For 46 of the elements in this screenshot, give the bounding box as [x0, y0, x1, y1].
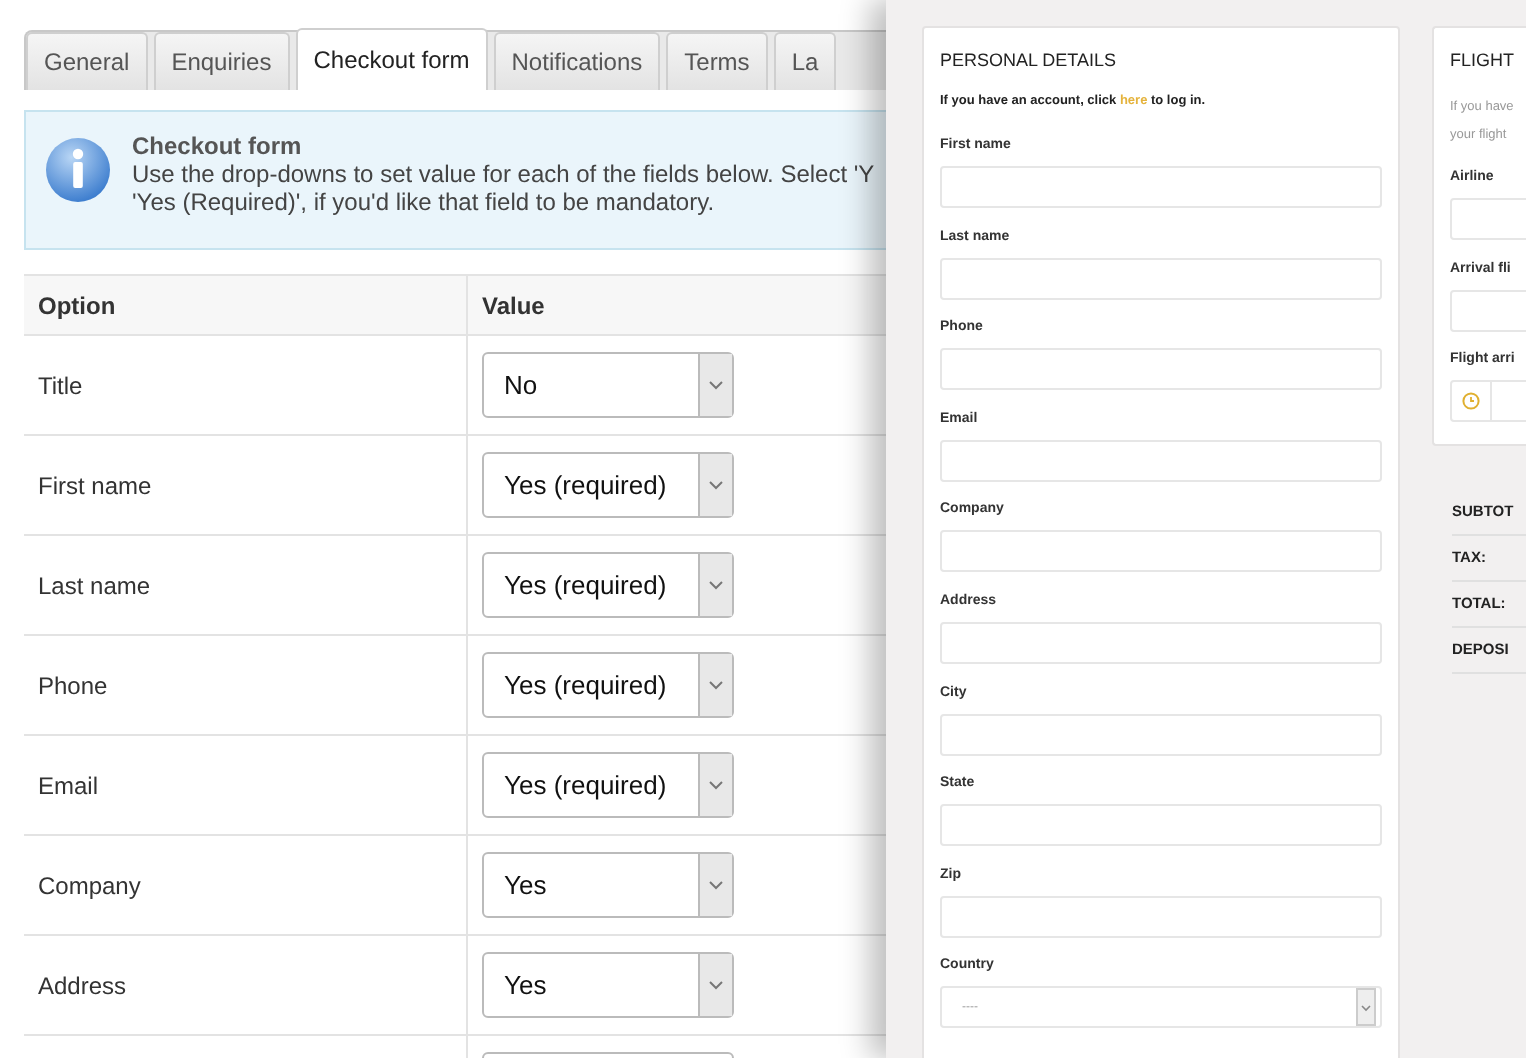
option-label: Email	[38, 772, 99, 800]
tab[interactable]: Terms	[666, 32, 768, 90]
option-label: First name	[38, 472, 152, 500]
tab[interactable]: General	[26, 32, 148, 90]
option-label: Company	[38, 872, 141, 900]
column-header: Option	[24, 276, 468, 334]
input-field[interactable]	[940, 530, 1382, 573]
info-text: Use the drop-downs to set value for each of the fields below. Select 'Y	[132, 160, 875, 188]
chevron-down-icon	[708, 780, 724, 790]
chevron-down-icon	[708, 880, 724, 890]
tab[interactable]: Checkout form	[295, 28, 488, 90]
chevron-down-icon	[708, 980, 724, 990]
info-text: 'Yes (Required)', if you'd like that field to be mandatory.	[132, 188, 717, 216]
option-label: Title	[38, 372, 83, 400]
tab[interactable]: Notifications	[493, 32, 661, 90]
clock-icon	[1462, 392, 1480, 411]
input-field[interactable]	[940, 439, 1382, 482]
dropdown[interactable]: Yes (required)	[482, 652, 734, 718]
tab[interactable]: Enquiries	[153, 32, 290, 90]
section-title: FLIGHT	[1450, 50, 1517, 70]
dropdown[interactable]: Yes (required)	[482, 552, 734, 618]
info-icon	[44, 136, 112, 204]
input-field[interactable]	[940, 257, 1382, 300]
info-title: Checkout form	[132, 132, 304, 160]
chevron-down-icon	[708, 380, 724, 390]
input-field[interactable]	[940, 621, 1382, 664]
chevron-down-icon	[708, 680, 724, 690]
chevron-down-icon	[1360, 1003, 1372, 1012]
input-field[interactable]	[940, 804, 1382, 847]
chevron-down-icon	[708, 580, 724, 590]
chevron-down-icon	[708, 480, 724, 490]
option-label: Phone	[38, 672, 108, 700]
tab[interactable]: La	[773, 32, 837, 90]
dropdown[interactable]: No	[482, 352, 734, 418]
dropdown[interactable]: Yes (required)	[482, 452, 734, 518]
dropdown[interactable]: Yes	[482, 952, 734, 1018]
input-field[interactable]	[940, 348, 1382, 391]
dropdown[interactable]: Yes (required)	[482, 752, 734, 818]
dropdown[interactable]: Yes	[482, 852, 734, 918]
section-title: PERSONAL DETAILS	[940, 50, 1119, 70]
input-field[interactable]	[940, 895, 1382, 938]
input-field[interactable]	[940, 166, 1382, 208]
input-field[interactable]	[940, 713, 1382, 756]
option-label: Address	[38, 972, 127, 1000]
option-label: Last name	[38, 572, 151, 600]
column-header: Value	[480, 289, 545, 323]
